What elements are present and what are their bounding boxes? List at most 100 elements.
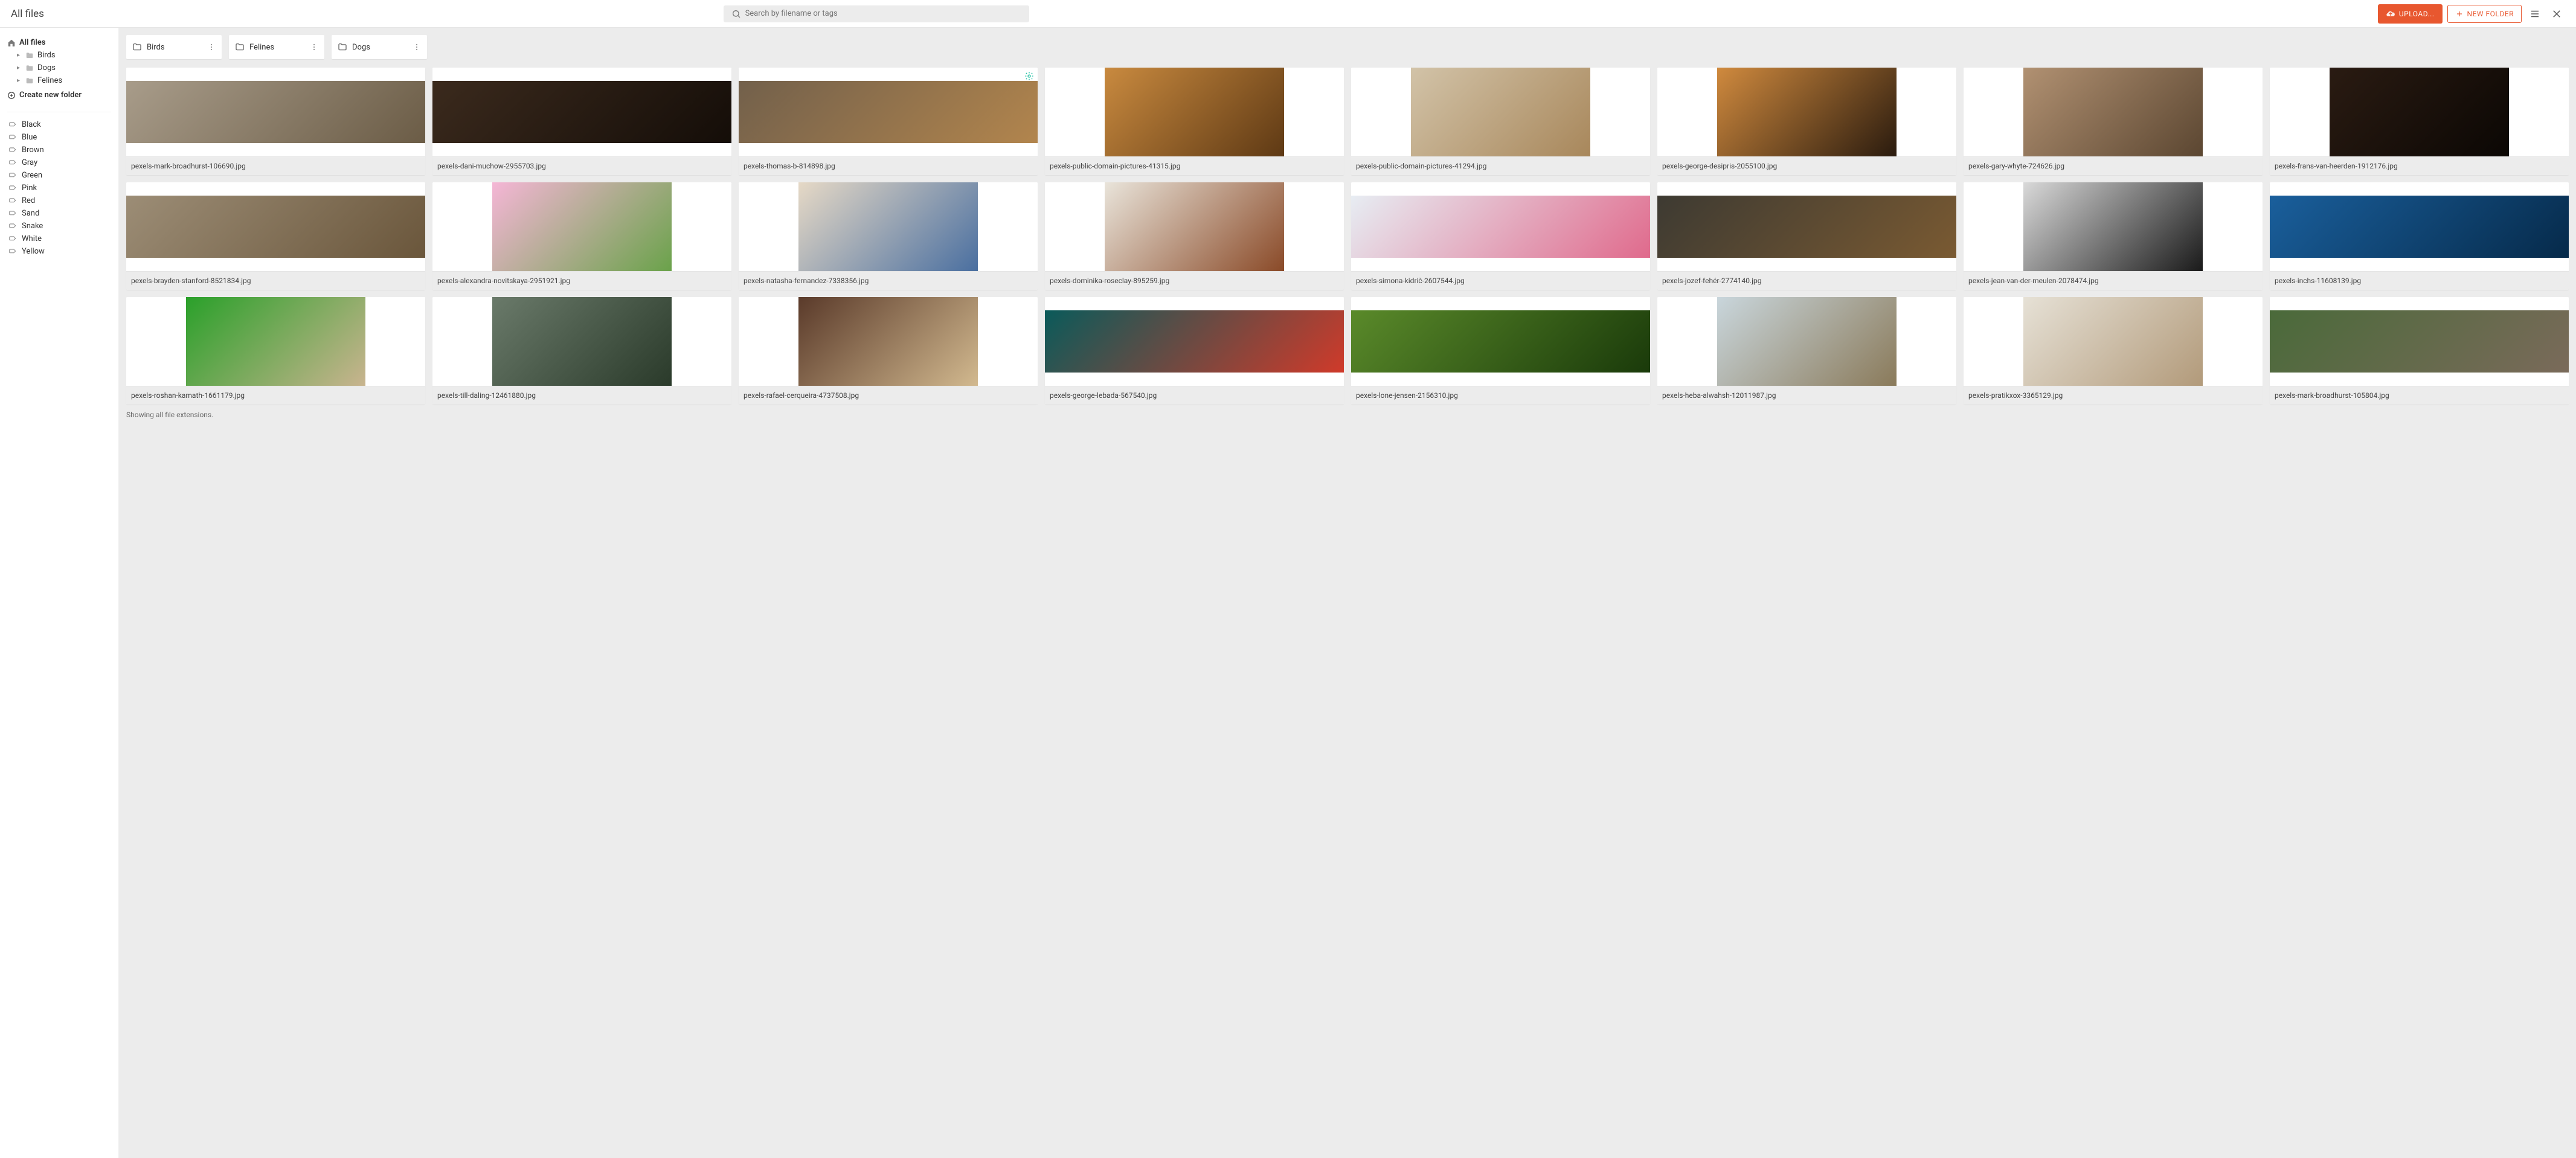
upload-button[interactable]: UPLOAD...	[2378, 4, 2443, 24]
tag-item[interactable]: Pink	[7, 182, 111, 194]
tag-icon	[8, 197, 17, 205]
file-card[interactable]: pexels-gary-whyte-724626.jpg	[1964, 68, 2263, 175]
file-card[interactable]: pexels-lone-jensen-2156310.jpg	[1351, 297, 1650, 405]
file-thumbnail	[432, 68, 731, 156]
file-card[interactable]: pexels-jean-van-der-meulen-2078474.jpg	[1964, 182, 2263, 290]
tree-folder[interactable]: ▸Birds	[7, 49, 111, 62]
tag-label: Blue	[22, 133, 37, 142]
more-vertical-icon	[413, 43, 421, 51]
file-name: pexels-inchs-11608139.jpg	[2270, 271, 2569, 290]
search-icon	[731, 9, 742, 19]
folder-icon	[25, 51, 34, 60]
file-card[interactable]: pexels-george-lebada-567540.jpg	[1045, 297, 1344, 405]
tag-item[interactable]: Red	[7, 194, 111, 207]
create-folder-button[interactable]: Create new folder	[7, 87, 111, 106]
file-name: pexels-frans-van-heerden-1912176.jpg	[2270, 156, 2569, 175]
file-card[interactable]: pexels-public-domain-pictures-41315.jpg	[1045, 68, 1344, 175]
file-card[interactable]: pexels-dominika-roseclay-895259.jpg	[1045, 182, 1344, 290]
tag-item[interactable]: Yellow	[7, 245, 111, 258]
tag-item[interactable]: Gray	[7, 156, 111, 169]
file-card[interactable]: pexels-mark-broadhurst-105804.jpg	[2270, 297, 2569, 405]
file-card[interactable]: pexels-brayden-stanford-8521834.jpg	[126, 182, 425, 290]
file-thumbnail	[432, 297, 731, 386]
file-thumbnail	[1045, 68, 1344, 156]
file-card[interactable]: pexels-till-daling-12461880.jpg	[432, 297, 731, 405]
tag-item[interactable]: Snake	[7, 220, 111, 232]
file-card[interactable]: pexels-inchs-11608139.jpg	[2270, 182, 2569, 290]
file-card[interactable]: pexels-frans-van-heerden-1912176.jpg	[2270, 68, 2569, 175]
plus-circle-icon	[7, 91, 16, 100]
file-card[interactable]: pexels-pratikxox-3365129.jpg	[1964, 297, 2263, 405]
tag-item[interactable]: Sand	[7, 207, 111, 220]
tag-item[interactable]: Blue	[7, 131, 111, 144]
file-card[interactable]: pexels-jozef-fehér-2774140.jpg	[1657, 182, 1956, 290]
list-view-button[interactable]	[2526, 5, 2543, 22]
file-card[interactable]: pexels-alexandra-novitskaya-2951921.jpg	[432, 182, 731, 290]
folder-icon	[25, 77, 34, 85]
tree-folder-label: Felines	[37, 76, 62, 85]
more-vertical-icon	[310, 43, 318, 51]
file-card[interactable]: pexels-george-desipris-2055100.jpg	[1657, 68, 1956, 175]
close-button[interactable]	[2548, 5, 2565, 22]
file-card[interactable]: pexels-thomas-b-814898.jpg	[739, 68, 1038, 175]
folder-card[interactable]: Birds	[126, 35, 222, 59]
plus-icon	[2455, 10, 2464, 18]
tag-icon	[8, 133, 17, 142]
tag-item[interactable]: White	[7, 232, 111, 245]
folder-card[interactable]: Felines	[229, 35, 324, 59]
file-name: pexels-natasha-fernandez-7338356.jpg	[739, 271, 1038, 290]
tag-label: Sand	[22, 209, 39, 218]
file-thumbnail	[126, 182, 425, 271]
new-folder-button[interactable]: NEW FOLDER	[2447, 5, 2522, 23]
file-thumbnail	[1657, 182, 1956, 271]
file-thumbnail	[1351, 297, 1650, 386]
file-thumbnail	[126, 68, 425, 156]
file-card[interactable]: pexels-simona-kidrič-2607544.jpg	[1351, 182, 1650, 290]
file-name: pexels-simona-kidrič-2607544.jpg	[1351, 271, 1650, 290]
search-input[interactable]	[742, 5, 1022, 22]
file-name: pexels-alexandra-novitskaya-2951921.jpg	[432, 271, 731, 290]
folder-more-button[interactable]	[310, 43, 318, 51]
file-name: pexels-george-desipris-2055100.jpg	[1657, 156, 1956, 175]
file-card[interactable]: pexels-roshan-kamath-1661179.jpg	[126, 297, 425, 405]
file-card[interactable]: pexels-mark-broadhurst-106690.jpg	[126, 68, 425, 175]
file-thumbnail	[432, 182, 731, 271]
tag-icon	[8, 146, 17, 155]
file-thumbnail	[739, 182, 1038, 271]
file-card[interactable]: pexels-public-domain-pictures-41294.jpg	[1351, 68, 1650, 175]
file-card[interactable]: pexels-natasha-fernandez-7338356.jpg	[739, 182, 1038, 290]
more-vertical-icon	[207, 43, 216, 51]
create-folder-label: Create new folder	[19, 91, 82, 100]
file-thumbnail	[1964, 68, 2263, 156]
file-thumbnail	[1657, 297, 1956, 386]
tree-folder-label: Dogs	[37, 63, 56, 72]
tag-label: Yellow	[22, 247, 45, 256]
tree-folder[interactable]: ▸Felines	[7, 74, 111, 87]
tree-root[interactable]: All files	[7, 36, 111, 49]
tree-folder[interactable]: ▸Dogs	[7, 62, 111, 74]
folder-icon	[132, 42, 142, 52]
caret-icon: ▸	[17, 52, 22, 59]
main-content: Birds Felines Dogs pexels-mark-broadhurst-…	[119, 28, 2576, 1158]
tag-label: Red	[22, 196, 35, 205]
file-thumbnail	[2270, 182, 2569, 271]
file-thumbnail	[1657, 68, 1956, 156]
folder-card-label: Felines	[249, 43, 274, 52]
tag-item[interactable]: Green	[7, 169, 111, 182]
file-card[interactable]: pexels-heba-alwahsh-12011987.jpg	[1657, 297, 1956, 405]
footer-note: Showing all file extensions.	[125, 405, 2570, 419]
file-card[interactable]: pexels-dani-muchow-2955703.jpg	[432, 68, 731, 175]
file-name: pexels-heba-alwahsh-12011987.jpg	[1657, 386, 1956, 405]
file-name: pexels-roshan-kamath-1661179.jpg	[126, 386, 425, 405]
file-name: pexels-brayden-stanford-8521834.jpg	[126, 271, 425, 290]
tag-item[interactable]: Black	[7, 118, 111, 131]
folder-more-button[interactable]	[413, 43, 421, 51]
file-card[interactable]: pexels-rafael-cerqueira-4737508.jpg	[739, 297, 1038, 405]
tag-label: Pink	[22, 184, 37, 193]
tag-item[interactable]: Brown	[7, 144, 111, 156]
cloud-upload-icon	[2386, 9, 2395, 19]
file-thumbnail	[1045, 297, 1344, 386]
folder-card[interactable]: Dogs	[332, 35, 427, 59]
folder-more-button[interactable]	[207, 43, 216, 51]
search-bar[interactable]	[724, 5, 1029, 22]
